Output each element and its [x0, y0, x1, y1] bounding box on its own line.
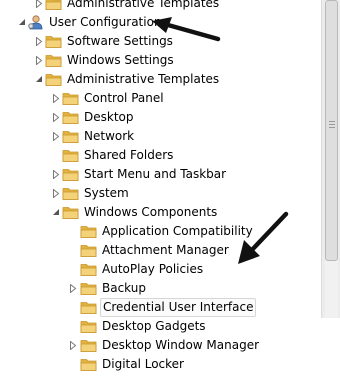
- tree-item-label: Administrative Templates: [67, 72, 220, 86]
- tree-item[interactable]: Desktop Window Manager: [0, 336, 318, 355]
- folder-icon: [80, 300, 98, 315]
- folder-icon: [62, 129, 80, 144]
- folder-icon: [62, 205, 80, 220]
- tree-item-label: Application Compatibility: [102, 224, 253, 238]
- tree-item[interactable]: Backup: [0, 279, 318, 298]
- expanded-triangle-icon[interactable]: [51, 203, 61, 222]
- tree-item-label: User Configuration: [49, 15, 162, 29]
- vertical-scrollbar[interactable]: [321, 0, 340, 318]
- collapsed-triangle-icon[interactable]: [34, 0, 44, 13]
- folder-icon: [80, 281, 98, 296]
- folder-icon: [80, 262, 98, 277]
- tree-item[interactable]: Start Menu and Taskbar: [0, 165, 318, 184]
- collapsed-triangle-icon[interactable]: [68, 336, 78, 355]
- tree-item-label: System: [84, 186, 129, 200]
- collapsed-triangle-icon[interactable]: [51, 184, 61, 203]
- folder-icon: [80, 243, 98, 258]
- tree-item-label: Desktop Gadgets: [102, 319, 206, 333]
- collapsed-triangle-icon[interactable]: [51, 89, 61, 108]
- tree-item-label: Backup: [102, 281, 146, 295]
- folder-icon: [45, 34, 63, 49]
- collapsed-triangle-icon[interactable]: [34, 32, 44, 51]
- tree-item-label: Desktop Window Manager: [102, 338, 260, 352]
- tree-item-label: Software Settings: [67, 34, 173, 48]
- folder-icon: [80, 338, 98, 353]
- tree-item-label: AutoPlay Policies: [102, 262, 204, 276]
- folder-icon: [45, 0, 63, 11]
- tree-item[interactable]: Windows Components: [0, 203, 318, 222]
- folder-icon: [45, 72, 63, 87]
- folder-icon: [62, 186, 80, 201]
- expanded-triangle-icon[interactable]: [17, 13, 27, 32]
- collapsed-triangle-icon[interactable]: [51, 108, 61, 127]
- tree-item[interactable]: System: [0, 184, 318, 203]
- tree-item[interactable]: User Configuration: [0, 13, 318, 32]
- tree-item[interactable]: Network: [0, 127, 318, 146]
- user-config-icon: [27, 15, 45, 30]
- folder-icon: [80, 224, 98, 239]
- expanded-triangle-icon[interactable]: [34, 70, 44, 89]
- tree-item[interactable]: Desktop: [0, 108, 318, 127]
- tree-item-label-selected: Credential User Interface: [100, 298, 257, 317]
- tree-item-label: Administrative Templates: [67, 0, 220, 10]
- tree-item[interactable]: AutoPlay Policies: [0, 260, 318, 279]
- tree-item[interactable]: Shared Folders: [0, 146, 318, 165]
- tree-item-label: Digital Locker: [102, 357, 184, 371]
- tree-item[interactable]: Administrative Templates: [0, 70, 318, 89]
- tree-item[interactable]: Control Panel: [0, 89, 318, 108]
- tree-item[interactable]: Software Settings: [0, 32, 318, 51]
- folder-icon: [80, 319, 98, 334]
- tree-item-label: Shared Folders: [84, 148, 174, 162]
- tree-item-label: Control Panel: [84, 91, 164, 105]
- collapsed-triangle-icon[interactable]: [51, 165, 61, 184]
- collapsed-triangle-icon[interactable]: [51, 127, 61, 146]
- tree-item-label: Start Menu and Taskbar: [84, 167, 227, 181]
- tree-item-label: Windows Components: [84, 205, 218, 219]
- folder-icon: [45, 53, 63, 68]
- tree-item-label: Desktop: [84, 110, 134, 124]
- policy-tree[interactable]: Administrative Templates User Configurati…: [0, 0, 318, 371]
- scrollbar-thumb[interactable]: [325, 0, 338, 261]
- tree-item[interactable]: Credential User Interface: [0, 298, 318, 317]
- folder-icon: [62, 110, 80, 125]
- folder-icon: [80, 357, 98, 372]
- folder-icon: [62, 167, 80, 182]
- folder-icon: [62, 148, 80, 163]
- tree-item-label: Windows Settings: [67, 53, 174, 67]
- tree-item-label: Network: [84, 129, 135, 143]
- tree-item[interactable]: Digital Locker: [0, 355, 318, 374]
- collapsed-triangle-icon[interactable]: [34, 51, 44, 70]
- tree-item[interactable]: Windows Settings: [0, 51, 318, 70]
- tree-item-label: Attachment Manager: [102, 243, 229, 257]
- folder-icon: [62, 91, 80, 106]
- tree-item[interactable]: Administrative Templates: [0, 0, 318, 13]
- tree-item[interactable]: Attachment Manager: [0, 241, 318, 260]
- tree-item[interactable]: Desktop Gadgets: [0, 317, 318, 336]
- collapsed-triangle-icon[interactable]: [68, 279, 78, 298]
- tree-item[interactable]: Application Compatibility: [0, 222, 318, 241]
